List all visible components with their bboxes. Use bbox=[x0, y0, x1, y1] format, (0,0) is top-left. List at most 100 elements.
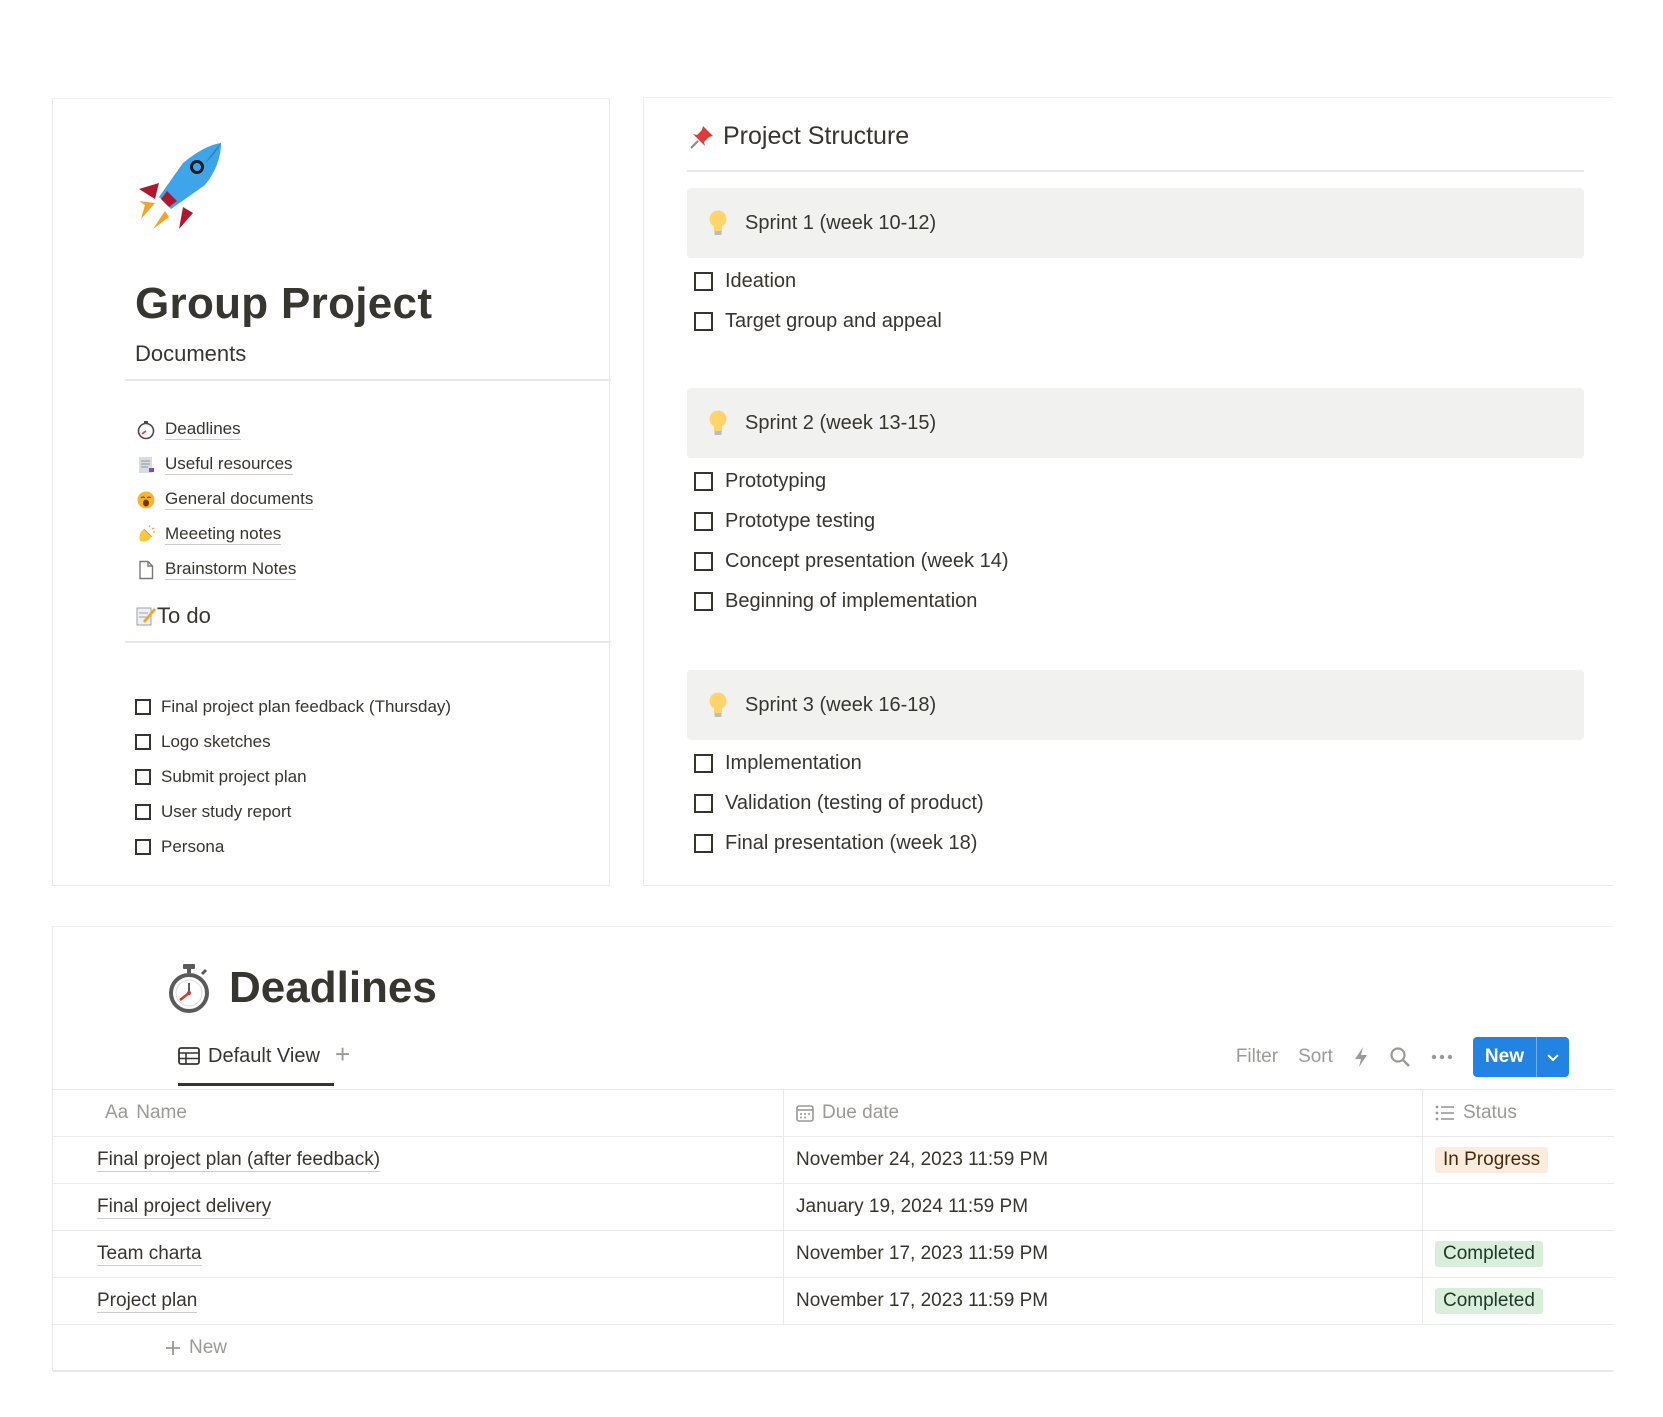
rocket-icon bbox=[139, 143, 221, 229]
row-due-date[interactable]: November 17, 2023 11:59 PM bbox=[796, 1243, 1048, 1265]
doc-link-meeting-notes[interactable]: Meeeting notes bbox=[135, 517, 575, 552]
todo-divider bbox=[125, 641, 611, 643]
table-row[interactable]: Team charta November 17, 2023 11:59 PM C… bbox=[53, 1230, 1614, 1277]
add-view-button[interactable]: + bbox=[335, 1039, 350, 1070]
todo-item: Final project plan feedback (Thursday) bbox=[135, 689, 595, 724]
stopwatch-icon bbox=[169, 964, 209, 1013]
column-header-due-date[interactable]: Due date bbox=[783, 1090, 1423, 1136]
project-structure-title: Project Structure bbox=[723, 122, 910, 150]
todo-checkbox[interactable] bbox=[135, 838, 151, 855]
task-label: Implementation bbox=[725, 751, 862, 774]
task-checkbox[interactable] bbox=[694, 271, 713, 291]
row-due-date[interactable]: January 19, 2024 11:59 PM bbox=[796, 1196, 1028, 1218]
structure-divider bbox=[687, 170, 1584, 172]
doc-link-label: Useful resources bbox=[165, 454, 293, 475]
doc-link-useful-resources[interactable]: Useful resources bbox=[135, 447, 575, 482]
todo-item: Logo sketches bbox=[135, 724, 595, 759]
add-new-row-button[interactable]: New bbox=[53, 1324, 1614, 1372]
sort-button[interactable]: Sort bbox=[1298, 1046, 1333, 1068]
new-record-button[interactable]: New bbox=[1472, 1037, 1569, 1077]
column-due-label: Due date bbox=[822, 1102, 900, 1123]
task-checkbox[interactable] bbox=[694, 591, 713, 611]
doc-link-label: Deadlines bbox=[165, 419, 241, 440]
row-name[interactable]: Team charta bbox=[97, 1243, 202, 1266]
todo-checkbox[interactable] bbox=[135, 803, 151, 820]
table-row[interactable]: Project plan November 17, 2023 11:59 PM … bbox=[53, 1277, 1614, 1324]
sprint-task: Ideation bbox=[694, 261, 1574, 301]
task-checkbox[interactable] bbox=[694, 833, 713, 853]
active-tab-indicator bbox=[178, 1083, 334, 1086]
sprint-task: Final presentation (week 18) bbox=[694, 823, 1574, 863]
doc-link-label: General documents bbox=[165, 489, 314, 510]
automation-lightning-icon[interactable] bbox=[1353, 1046, 1369, 1068]
new-button-label: New bbox=[1484, 1046, 1524, 1067]
pushpin-icon bbox=[690, 125, 713, 149]
todo-item: User study report bbox=[135, 794, 595, 829]
filter-button[interactable]: Filter bbox=[1236, 1046, 1278, 1068]
status-badge[interactable]: Completed bbox=[1435, 1241, 1543, 1267]
row-name[interactable]: Project plan bbox=[97, 1290, 198, 1313]
documents-heading: Documents bbox=[135, 341, 247, 366]
deadlines-table: Aa Name Due date Status Final project pla… bbox=[53, 1089, 1614, 1372]
todo-label: User study report bbox=[161, 801, 292, 821]
search-icon[interactable] bbox=[1389, 1046, 1411, 1068]
column-header-name[interactable]: Aa Name bbox=[105, 1090, 745, 1136]
database-toolbar: Filter Sort New bbox=[1236, 1037, 1569, 1077]
column-header-status[interactable]: Status bbox=[1422, 1090, 1614, 1136]
column-name-label: Name bbox=[136, 1102, 187, 1123]
todo-label: Submit project plan bbox=[161, 766, 307, 786]
doc-link-label: Brainstorm Notes bbox=[165, 559, 297, 580]
clapping-hands-icon bbox=[135, 524, 157, 546]
light-bulb-icon bbox=[709, 210, 727, 235]
row-due-date[interactable]: November 17, 2023 11:59 PM bbox=[796, 1290, 1048, 1312]
stopwatch-icon bbox=[135, 419, 157, 441]
table-row[interactable]: Final project plan (after feedback) Nove… bbox=[53, 1136, 1614, 1183]
status-badge[interactable]: In Progress bbox=[1435, 1147, 1549, 1173]
task-checkbox[interactable] bbox=[694, 551, 713, 571]
todo-checkbox[interactable] bbox=[135, 733, 151, 750]
todo-item: Persona bbox=[135, 829, 595, 864]
list-icon bbox=[1435, 1105, 1455, 1121]
sprint-task: Prototype testing bbox=[694, 501, 1574, 541]
todo-checkbox[interactable] bbox=[135, 698, 151, 715]
sprint-title: Sprint 1 (week 10-12) bbox=[745, 211, 937, 234]
sprint-task: Target group and appeal bbox=[694, 301, 1574, 341]
task-label: Prototype testing bbox=[725, 509, 876, 532]
task-checkbox[interactable] bbox=[694, 511, 713, 531]
todo-checkbox[interactable] bbox=[135, 768, 151, 785]
task-checkbox[interactable] bbox=[694, 471, 713, 491]
sprint-task-list: Implementation Validation (testing of pr… bbox=[694, 743, 1574, 863]
status-cell-empty[interactable] bbox=[1422, 1184, 1614, 1230]
row-name[interactable]: Final project delivery bbox=[97, 1196, 272, 1219]
chevron-down-icon[interactable] bbox=[1537, 1053, 1569, 1062]
more-options-icon[interactable] bbox=[1431, 1054, 1453, 1060]
task-label: Beginning of implementation bbox=[725, 589, 978, 612]
column-status-label: Status bbox=[1463, 1102, 1517, 1123]
sprint-title: Sprint 2 (week 13-15) bbox=[745, 411, 937, 434]
calendar-icon bbox=[796, 1104, 814, 1122]
task-checkbox[interactable] bbox=[694, 753, 713, 773]
row-name[interactable]: Final project plan (after feedback) bbox=[97, 1149, 381, 1172]
view-tab-label: Default View bbox=[208, 1044, 320, 1067]
sprint-task: Validation (testing of product) bbox=[694, 783, 1574, 823]
plus-icon bbox=[166, 1341, 180, 1355]
task-label: Final presentation (week 18) bbox=[725, 831, 978, 854]
doc-link-deadlines[interactable]: Deadlines bbox=[135, 412, 575, 447]
sprint-callout: Sprint 3 (week 16-18) bbox=[687, 670, 1584, 740]
doc-link-brainstorm-notes[interactable]: Brainstorm Notes bbox=[135, 552, 575, 587]
task-checkbox[interactable] bbox=[694, 311, 713, 331]
status-badge[interactable]: Completed bbox=[1435, 1288, 1543, 1314]
task-label: Target group and appeal bbox=[725, 309, 942, 332]
project-structure-heading: Project Structure bbox=[689, 122, 909, 151]
task-checkbox[interactable] bbox=[694, 793, 713, 813]
doc-link-general-documents[interactable]: General documents bbox=[135, 482, 575, 517]
todo-list: Final project plan feedback (Thursday) L… bbox=[135, 689, 595, 864]
todo-item: Submit project plan bbox=[135, 759, 595, 794]
table-row[interactable]: Final project delivery January 19, 2024 … bbox=[53, 1183, 1614, 1230]
yawning-face-icon bbox=[135, 489, 157, 511]
view-tab-default[interactable]: Default View bbox=[178, 1037, 320, 1075]
bookmark-tabs-icon bbox=[135, 454, 157, 476]
project-structure-panel: Project Structure Sprint 1 (week 10-12) … bbox=[643, 97, 1613, 886]
row-due-date[interactable]: November 24, 2023 11:59 PM bbox=[796, 1149, 1048, 1171]
text-property-icon: Aa bbox=[105, 1102, 129, 1123]
